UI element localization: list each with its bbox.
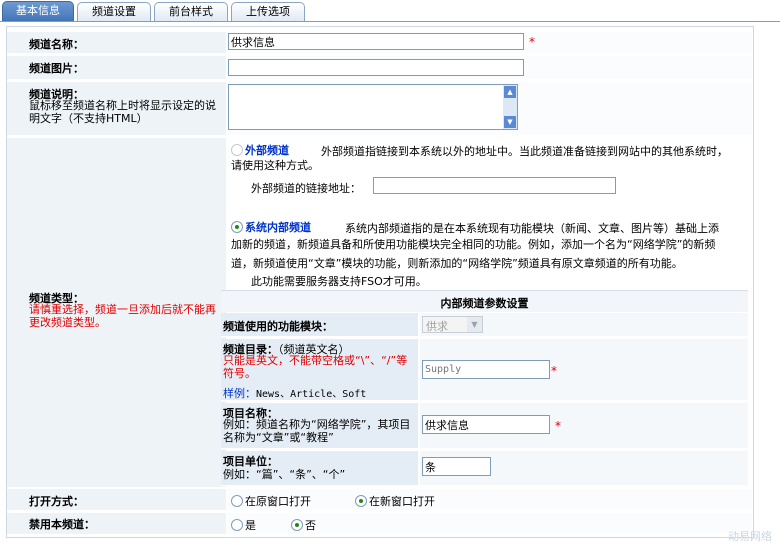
item-unit-input[interactable] bbox=[422, 457, 491, 476]
tab-frontend-style[interactable]: 前台样式 bbox=[154, 2, 228, 21]
row-channel-desc: 频道说明： 鼠标移至频道名称上时将显示设定的说明文字（不支持HTML） ▲ ▼ bbox=[7, 82, 752, 136]
fso-note: 此功能需要服务器支持FSO才可用。 bbox=[251, 275, 427, 288]
row-channel-image: 频道图片： bbox=[7, 56, 752, 80]
external-link-input[interactable] bbox=[373, 177, 616, 194]
row-item-name: 项目名称： 例如：频道名称为“网络学院”，其项目名称为“文章”或“教程” * bbox=[221, 403, 748, 449]
required-star: * bbox=[551, 364, 557, 378]
internal-desc-1: 系统内部频道指的是在本系统现有功能模块（新闻、文章、图片等）基础上添 bbox=[345, 222, 719, 235]
dir-warning: 只能是英文，不能带空格或“\”、“/”等符号。 bbox=[223, 354, 408, 380]
external-desc-1: 外部频道指链接到本系统以外的地址中。当此频道准备链接到网站中的其他系统时， bbox=[321, 145, 728, 158]
internal-desc-3: 道，新频道使用“文章”模块的功能，则新添加的“网络学院”频道具有原文章频道的所有… bbox=[231, 257, 683, 270]
dir-example: News、Article、Soft bbox=[256, 389, 367, 400]
channel-name-label: 频道名称： bbox=[29, 38, 84, 51]
module-label: 频道使用的功能模块： bbox=[223, 320, 333, 333]
disable-no-option[interactable]: 否 bbox=[291, 517, 316, 533]
item-name-hint: 例如：频道名称为“网络学院”，其项目名称为“文章”或“教程” bbox=[223, 418, 411, 444]
item-unit-hint: 例如：“篇”、“条”、“个” bbox=[223, 468, 346, 481]
internal-params-header: 内部频道参数设置 bbox=[221, 290, 748, 312]
open-new-window-radio[interactable] bbox=[355, 495, 367, 507]
tab-bar: 基本信息 频道设置 前台样式 上传选项 bbox=[0, 0, 780, 24]
tab-underline bbox=[0, 21, 780, 22]
channel-image-label: 频道图片： bbox=[29, 62, 84, 75]
tab-upload-options[interactable]: 上传选项 bbox=[231, 2, 305, 21]
dir-input[interactable] bbox=[422, 360, 550, 379]
disable-no-radio[interactable] bbox=[291, 519, 303, 531]
dir-example-label: 样例： bbox=[223, 387, 256, 400]
disable-yes-option[interactable]: 是 bbox=[231, 517, 256, 533]
open-new-window-option[interactable]: 在新窗口打开 bbox=[355, 493, 435, 509]
watermark: 动易网络 bbox=[728, 530, 772, 543]
internal-radio[interactable] bbox=[231, 221, 243, 233]
channel-type-warning: 请慎重选择，频道一旦添加后就不能再更改频道类型。 bbox=[29, 303, 216, 329]
open-same-window-radio[interactable] bbox=[231, 495, 243, 507]
open-same-window-option[interactable]: 在原窗口打开 bbox=[231, 493, 311, 509]
row-disable-channel: 禁用本频道： 是 否 bbox=[7, 513, 752, 535]
open-mode-label: 打开方式： bbox=[29, 495, 84, 508]
channel-image-input[interactable] bbox=[228, 59, 524, 76]
module-select[interactable]: 供求 ▼ bbox=[422, 316, 483, 333]
row-channel-name: 频道名称： * bbox=[7, 32, 752, 54]
row-directory: 频道目录：（频道英文名） 只能是英文，不能带空格或“\”、“/”等符号。 样例：… bbox=[221, 339, 748, 401]
channel-name-input[interactable] bbox=[228, 33, 524, 50]
chevron-down-icon[interactable]: ▼ bbox=[467, 317, 482, 332]
disable-yes-radio[interactable] bbox=[231, 519, 243, 531]
internal-option[interactable]: 系统内部频道 bbox=[231, 219, 311, 235]
channel-desc-textarea[interactable]: ▲ ▼ bbox=[228, 84, 518, 130]
required-star: * bbox=[529, 35, 535, 49]
tab-channel-settings[interactable]: 频道设置 bbox=[77, 2, 151, 21]
channel-desc-hint: 鼠标移至频道名称上时将显示设定的说明文字（不支持HTML） bbox=[29, 99, 216, 125]
scroll-up-icon[interactable]: ▲ bbox=[504, 86, 516, 98]
row-module: 频道使用的功能模块： 供求 ▼ bbox=[221, 313, 748, 337]
scroll-down-icon[interactable]: ▼ bbox=[504, 116, 516, 128]
textarea-scrollbar[interactable]: ▲ ▼ bbox=[503, 85, 517, 129]
internal-desc-2: 加新的频道，新频道具备和所使用功能模块完全相同的功能。例如，添加一个名为“网络学… bbox=[231, 238, 716, 251]
external-radio[interactable] bbox=[231, 144, 243, 156]
external-link-label: 外部频道的链接地址： bbox=[251, 182, 361, 195]
external-desc-2: 请使用这种方式。 bbox=[231, 159, 319, 172]
internal-params-title: 内部频道参数设置 bbox=[440, 297, 529, 310]
item-name-input[interactable] bbox=[422, 415, 550, 434]
required-star: * bbox=[555, 419, 561, 433]
row-item-unit: 项目单位： 例如：“篇”、“条”、“个” bbox=[221, 451, 748, 486]
disable-channel-label: 禁用本频道： bbox=[29, 518, 95, 531]
external-option[interactable]: 外部频道 bbox=[231, 142, 289, 158]
tab-basic-info[interactable]: 基本信息 bbox=[2, 1, 74, 22]
row-open-mode: 打开方式： 在原窗口打开 在新窗口打开 bbox=[7, 489, 752, 511]
